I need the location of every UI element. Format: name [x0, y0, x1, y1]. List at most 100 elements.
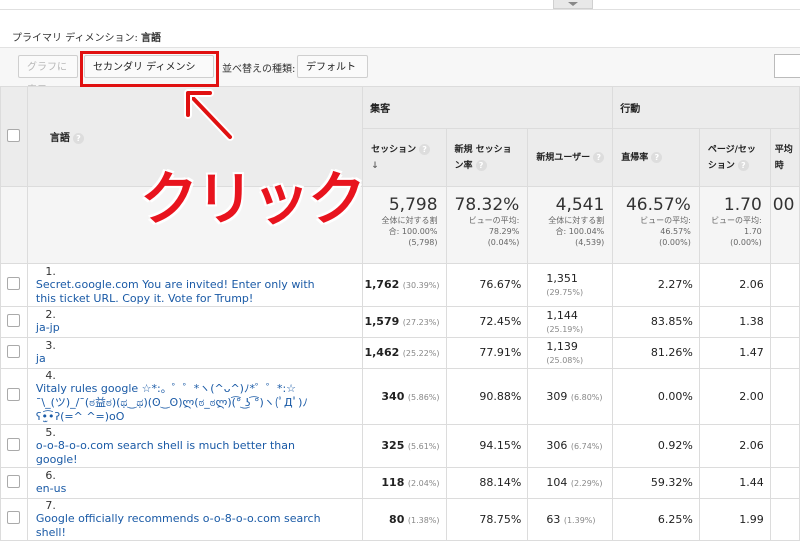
users-value: 309: [546, 389, 568, 403]
total-users-value: 4,541: [555, 195, 605, 215]
pps-value: 1.99: [739, 512, 764, 526]
language-link[interactable]: en-us: [28, 482, 331, 496]
bounce-value: 83.85%: [650, 315, 693, 328]
bounce-value: 2.27%: [657, 278, 693, 292]
row-checkbox[interactable]: [7, 276, 21, 290]
help-icon[interactable]: ?: [651, 151, 663, 163]
highlight-box: [80, 51, 219, 87]
new-users-cell: 306 (6.74%): [527, 424, 614, 468]
total-nsr-note1: ビューの平均:: [468, 216, 520, 225]
avg-duration-cell: [769, 466, 800, 499]
new-users-cell: 1,139 (25.08%): [527, 336, 614, 369]
users-pct: (1.39%): [563, 515, 596, 525]
row-checkbox-cell: [0, 305, 28, 338]
language-link[interactable]: Vitaly rules google ☆*:。゜゜*ヽ(^ᴗ^)ﾉ*゜゜*:☆…: [28, 382, 331, 424]
table-row[interactable]: 6.en-us 118 (2.04%) 88.14% 104 (2.29%) 59.32…: [0, 466, 800, 499]
sessions-pct: (1.38%): [407, 515, 440, 525]
language-link[interactable]: o-o-8-o-o.com search shell is much bette…: [28, 439, 331, 467]
nsr-value: 94.15%: [479, 439, 522, 453]
sessions-pct: (30.39%): [402, 281, 440, 291]
sessions-header[interactable]: セッション? ↓: [362, 128, 447, 187]
primary-dimension-label: プライマリ ディメンション:: [12, 33, 138, 44]
nsr-value: 77.91%: [479, 346, 522, 359]
bounce-rate-header[interactable]: 直帰率?: [612, 128, 700, 187]
avg-duration-header[interactable]: 平均 時: [769, 128, 800, 187]
total-new-session-rate: 78.32% ビューの平均: 78.29% (0.04%): [445, 186, 529, 264]
sessions-pct: (2.04%): [407, 479, 440, 488]
help-icon[interactable]: ?: [593, 151, 605, 163]
sessions-cell: 118 (2.04%): [362, 466, 447, 499]
row-checkbox[interactable]: [7, 511, 21, 525]
total-pps-note2: 1.70: [743, 227, 762, 236]
plot-rows-button[interactable]: グラフに表示: [18, 55, 78, 96]
help-icon[interactable]: ?: [419, 143, 431, 155]
row-checkbox[interactable]: [7, 437, 21, 451]
help-icon[interactable]: ?: [475, 159, 487, 171]
table-row[interactable]: 4.Vitaly rules google ☆*:。゜゜*ヽ(^ᴗ^)ﾉ*゜゜*…: [0, 367, 800, 425]
new-session-rate-cell: 72.45%: [445, 305, 529, 338]
select-all-checkbox[interactable]: [7, 128, 21, 142]
pps-value: 2.06: [739, 439, 764, 453]
sessions-value: 1,579: [364, 315, 400, 328]
bounce-value: 59.32%: [650, 476, 693, 489]
sessions-pct: (5.61%): [407, 442, 440, 452]
users-value: 306: [546, 439, 568, 453]
language-link[interactable]: Google officially recommends o-o-8-o-o.c…: [28, 512, 331, 540]
nsr-value: 72.45%: [479, 315, 522, 328]
sort-type-dropdown[interactable]: デフォルト: [297, 55, 368, 93]
sessions-value: 118: [381, 476, 405, 489]
language-link[interactable]: Secret.ɢoogle.com You are invited! Enter…: [28, 278, 331, 306]
total-pps-note3: (0.00%): [730, 238, 762, 247]
primary-dimension-value[interactable]: 言語: [141, 33, 161, 44]
pages-per-session-header[interactable]: ページ/セッション?: [698, 128, 771, 187]
new-session-rate-cell: 90.88%: [445, 367, 529, 425]
sort-type-label: 並べ替えの種類:: [222, 64, 296, 75]
row-checkbox[interactable]: [7, 313, 21, 327]
row-checkbox[interactable]: [7, 344, 21, 358]
table-row[interactable]: 7.Google officially recommends o-o-8-o-o…: [0, 497, 800, 541]
pages-per-session-cell: 2.06: [698, 424, 771, 468]
users-pct: (29.75%): [546, 287, 584, 297]
pages-per-session-cell: 2.06: [698, 263, 771, 307]
nsr-value: 88.14%: [479, 476, 522, 489]
users-value: 1,144: [546, 308, 578, 322]
pages-per-session-cell: 2.00: [698, 367, 771, 425]
new-users-header[interactable]: 新規ユーザー?: [527, 128, 614, 187]
new-session-rate-header[interactable]: 新規 セッション率?: [445, 128, 529, 187]
acquisition-label: 集客: [370, 104, 391, 115]
table-row[interactable]: 5.o-o-8-o-o.com search shell is much bet…: [0, 424, 800, 468]
acquisition-group-header: 集客: [362, 86, 614, 129]
language-cell: 4.Vitaly rules google ☆*:。゜゜*ヽ(^ᴗ^)ﾉ*゜゜*…: [26, 367, 364, 425]
sessions-cell: 1,579 (27.23%): [362, 305, 447, 338]
help-icon[interactable]: ?: [72, 132, 84, 144]
pps-value: 1.47: [739, 346, 764, 359]
total-nsr-value: 78.32%: [454, 195, 520, 215]
row-checkbox-cell: [0, 497, 28, 541]
search-input[interactable]: [774, 54, 800, 78]
language-link[interactable]: ja-jp: [28, 321, 331, 335]
top-bar: [0, 0, 800, 10]
bounce-value: 81.26%: [650, 346, 693, 359]
row-checkbox[interactable]: [7, 388, 21, 402]
sessions-cell: 1,462 (25.22%): [362, 336, 447, 369]
total-bounce-note2: 46.57%: [660, 227, 691, 236]
total-pps-value: 1.70: [723, 195, 762, 215]
new-session-rate-cell: 78.75%: [445, 497, 529, 541]
help-icon[interactable]: ?: [737, 159, 749, 171]
sessions-value: 80: [389, 512, 405, 526]
collapse-toggle[interactable]: [553, 0, 593, 9]
bounce-rate-cell: 0.92%: [612, 424, 700, 468]
bounce-rate-cell: 0.00%: [612, 367, 700, 425]
bounce-value: 0.00%: [657, 389, 693, 403]
row-checkbox[interactable]: [7, 474, 21, 488]
language-cell: 5.o-o-8-o-o.com search shell is much bet…: [26, 424, 364, 468]
language-link[interactable]: ja: [28, 352, 331, 366]
table-row[interactable]: 2.ja-jp 1,579 (27.23%) 72.45% 1,144 (25.19%…: [0, 305, 800, 338]
language-header-label: 言語: [49, 133, 70, 144]
sessions-value: 1,762: [364, 278, 400, 292]
table-row[interactable]: 3.ja 1,462 (25.22%) 77.91% 1,139 (25.08%) 81…: [0, 336, 800, 369]
pps-value: 2.06: [739, 278, 764, 292]
bounce-rate-label: 直帰率: [621, 152, 649, 163]
avg-duration-cell: [769, 497, 800, 541]
table-row[interactable]: 1.Secret.ɢoogle.com You are invited! Ent…: [0, 263, 800, 307]
